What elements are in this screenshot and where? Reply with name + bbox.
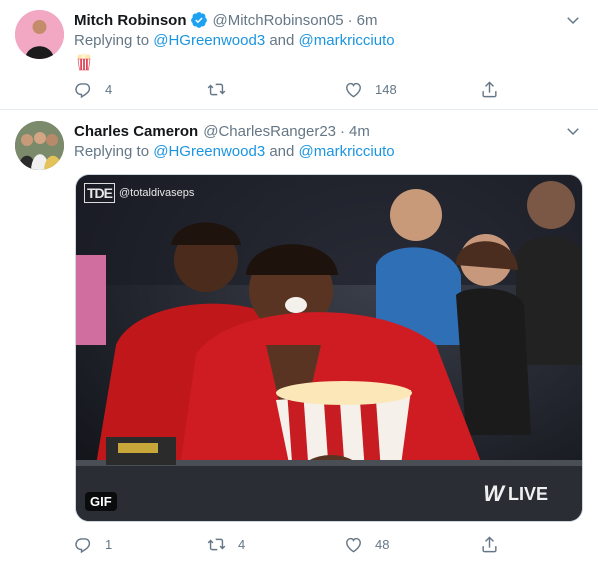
- avatar[interactable]: [15, 10, 64, 59]
- watermark-logo: TDE: [84, 183, 115, 203]
- like-button[interactable]: 48: [344, 535, 389, 554]
- reply-count: 1: [105, 537, 113, 552]
- wwe-logo-icon: W: [483, 481, 504, 506]
- media-watermark: TDE @totaldivaseps: [84, 183, 194, 203]
- gif-badge: GIF: [85, 492, 117, 511]
- retweet-button[interactable]: [207, 80, 238, 99]
- replying-to: Replying to @HGreenwood3 and @markricciu…: [74, 143, 395, 160]
- chevron-down-icon[interactable]: [564, 11, 582, 29]
- timestamp[interactable]: 6m: [357, 12, 378, 29]
- replying-to-label: Replying to: [74, 143, 150, 160]
- gif-frame: [76, 175, 582, 521]
- replying-to-label: Replying to: [74, 32, 150, 49]
- reply-button[interactable]: 1: [74, 535, 112, 554]
- tweet[interactable]: Mitch Robinson @MitchRobinson05 · 6m Rep…: [0, 0, 598, 110]
- conjunction: and: [269, 143, 295, 160]
- tweet-actions: 1 4 48: [74, 535, 504, 555]
- retweet-icon: [207, 538, 226, 551]
- reply-icon: [75, 538, 91, 554]
- mention-link[interactable]: @markricciuto: [299, 32, 395, 49]
- like-count: 148: [375, 82, 397, 97]
- avatar[interactable]: [15, 121, 64, 170]
- mention-link[interactable]: @markricciuto: [299, 143, 395, 160]
- user-handle[interactable]: @CharlesRanger23: [203, 123, 336, 140]
- separator-dot: ·: [347, 11, 353, 29]
- share-icon: [482, 536, 497, 553]
- reply-icon: [75, 83, 91, 99]
- display-name[interactable]: Charles Cameron: [74, 123, 198, 140]
- heart-icon: [346, 537, 361, 553]
- timestamp[interactable]: 4m: [349, 123, 370, 140]
- live-label: LIVE: [507, 483, 548, 504]
- tweet-header: Charles Cameron @CharlesRanger23 · 4m: [74, 121, 370, 141]
- display-name[interactable]: Mitch Robinson: [74, 12, 187, 29]
- heart-icon: [346, 82, 361, 98]
- tweet[interactable]: Charles Cameron @CharlesRanger23 · 4m Re…: [0, 111, 598, 563]
- like-button[interactable]: 148: [344, 80, 397, 99]
- verified-badge-icon: [190, 12, 207, 28]
- share-button[interactable]: [480, 80, 499, 99]
- retweet-button[interactable]: 4: [207, 535, 245, 554]
- gif-media[interactable]: TDE @totaldivaseps W LIVE GIF: [75, 174, 583, 522]
- mention-link[interactable]: @HGreenwood3: [153, 143, 265, 160]
- replying-to: Replying to @HGreenwood3 and @markricciu…: [74, 32, 395, 49]
- retweet-count: 4: [238, 537, 246, 552]
- reply-count: 4: [105, 82, 113, 97]
- conjunction: and: [269, 32, 295, 49]
- tweet-actions: 4 148: [74, 80, 504, 100]
- watermark-text: @totaldivaseps: [119, 187, 195, 199]
- mention-link[interactable]: @HGreenwood3: [153, 32, 265, 49]
- separator-dot: ·: [340, 122, 346, 140]
- reply-button[interactable]: 4: [74, 80, 112, 99]
- retweet-icon: [207, 83, 226, 96]
- user-handle[interactable]: @MitchRobinson05: [213, 12, 344, 29]
- share-icon: [482, 81, 497, 98]
- tweet-header: Mitch Robinson @MitchRobinson05 · 6m: [74, 10, 377, 30]
- chevron-down-icon[interactable]: [564, 122, 582, 140]
- like-count: 48: [375, 537, 390, 552]
- live-bug: W LIVE: [483, 481, 548, 507]
- share-button[interactable]: [480, 535, 499, 554]
- popcorn-icon: [77, 53, 91, 71]
